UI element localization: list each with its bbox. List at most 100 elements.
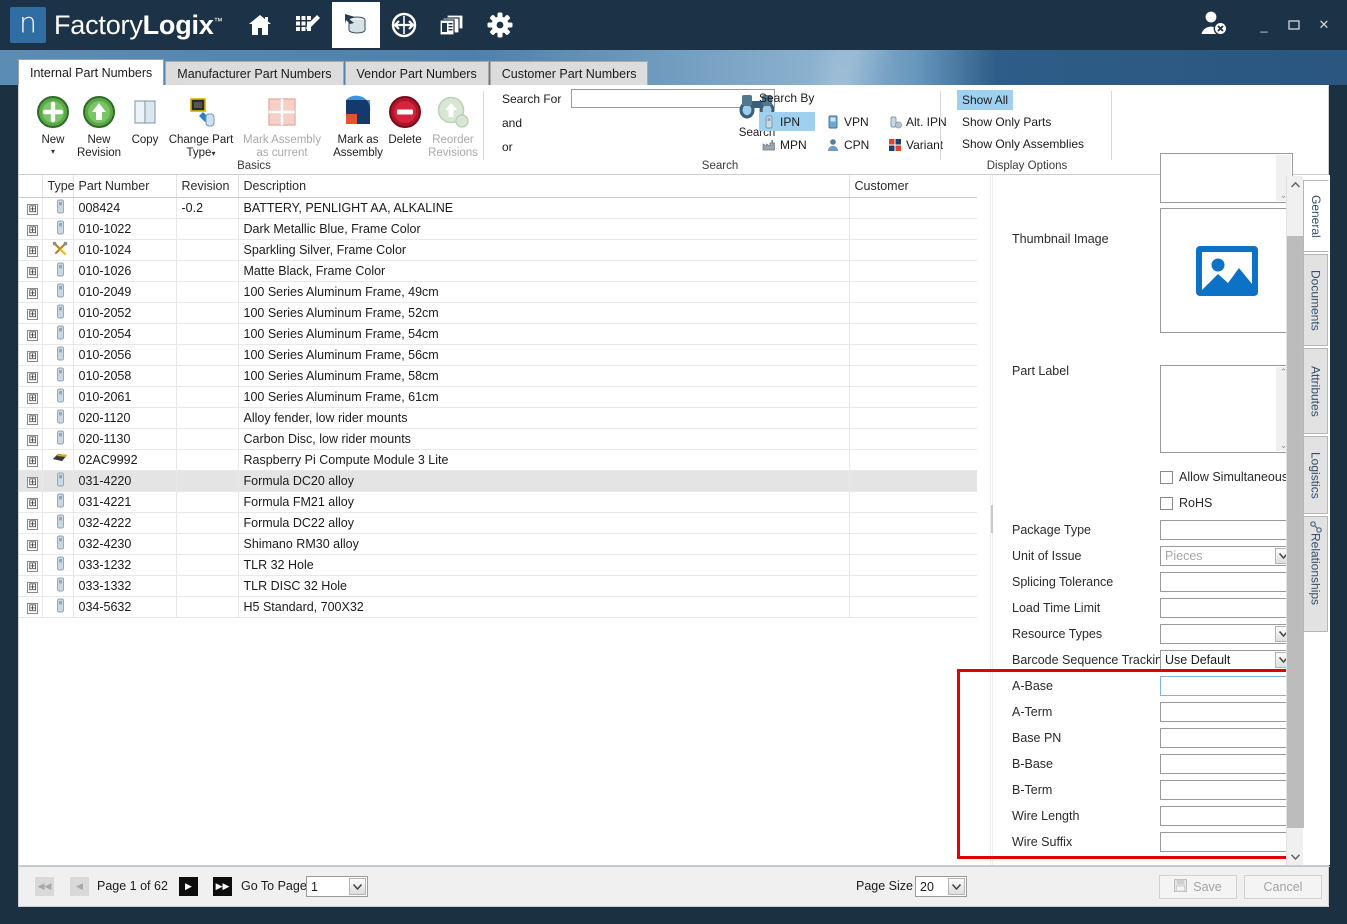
expand-row-icon[interactable]: ⊞ xyxy=(27,540,38,551)
part-numbers-grid[interactable]: Type Part Number Revision Description Cu… xyxy=(19,175,977,865)
table-row[interactable]: ⊞033-1232TLR 32 Hole xyxy=(19,554,977,575)
unit-of-issue-select[interactable]: Pieces xyxy=(1160,546,1293,566)
expand-row-icon[interactable]: ⊞ xyxy=(27,288,38,299)
expand-row-icon[interactable]: ⊞ xyxy=(27,330,38,341)
table-row[interactable]: ⊞02AC9992Raspberry Pi Compute Module 3 L… xyxy=(19,449,977,470)
next-page-button[interactable]: ▶ xyxy=(179,877,198,896)
row-expander-cell[interactable]: ⊞ xyxy=(19,281,42,302)
first-page-button[interactable]: ◀◀ xyxy=(35,877,54,896)
table-row[interactable]: ⊞010-2061100 Series Aluminum Frame, 61cm xyxy=(19,386,977,407)
expand-row-icon[interactable]: ⊞ xyxy=(27,519,38,530)
side-tab-documents[interactable]: Documents xyxy=(1303,254,1328,346)
display-option-show-only-parts[interactable]: Show Only Parts xyxy=(957,112,1056,132)
expand-row-icon[interactable]: ⊞ xyxy=(27,603,38,614)
table-row[interactable]: ⊞031-4220Formula DC20 alloy xyxy=(19,470,977,491)
search-by-vpn[interactable]: VPN xyxy=(823,112,879,131)
table-row[interactable]: ⊞010-2052100 Series Aluminum Frame, 52cm xyxy=(19,302,977,323)
save-button[interactable]: Save xyxy=(1159,875,1237,899)
panel-scroll-down-arrow-icon[interactable] xyxy=(1287,848,1304,865)
nav-reports-button[interactable] xyxy=(428,2,476,48)
table-row[interactable]: ⊞010-2056100 Series Aluminum Frame, 56cm xyxy=(19,344,977,365)
row-expander-cell[interactable]: ⊞ xyxy=(19,596,42,617)
barcode-sequence-tracking-select[interactable]: Use Default xyxy=(1160,650,1293,670)
row-expander-cell[interactable]: ⊞ xyxy=(19,323,42,344)
expand-row-icon[interactable]: ⊞ xyxy=(27,582,38,593)
table-row[interactable]: ⊞032-4222Formula DC22 alloy xyxy=(19,512,977,533)
row-expander-cell[interactable]: ⊞ xyxy=(19,239,42,260)
column-header-customer[interactable]: Customer xyxy=(849,175,977,197)
expand-row-icon[interactable]: ⊞ xyxy=(27,414,38,425)
rohs-checkbox-row[interactable]: RoHS xyxy=(1160,496,1212,510)
page-size-select[interactable]: 20 xyxy=(915,876,967,897)
side-tab-relationships[interactable]: Relationships xyxy=(1303,516,1328,632)
column-header-description[interactable]: Description xyxy=(238,175,849,197)
column-header-type[interactable]: Type xyxy=(42,175,73,197)
table-row[interactable]: ⊞008424-0.2BATTERY, PENLIGHT AA, ALKALIN… xyxy=(19,197,977,218)
expand-row-icon[interactable]: ⊞ xyxy=(27,309,38,320)
expand-row-icon[interactable]: ⊞ xyxy=(27,477,38,488)
row-expander-cell[interactable]: ⊞ xyxy=(19,449,42,470)
expand-row-icon[interactable]: ⊞ xyxy=(27,456,38,467)
table-row[interactable]: ⊞010-1024Sparkling Silver, Frame Color xyxy=(19,239,977,260)
table-row[interactable]: ⊞031-4221Formula FM21 alloy xyxy=(19,491,977,512)
table-row[interactable]: ⊞032-4230Shimano RM30 alloy xyxy=(19,533,977,554)
expand-row-icon[interactable]: ⊞ xyxy=(27,561,38,572)
expand-row-icon[interactable]: ⊞ xyxy=(27,351,38,362)
prev-page-button[interactable]: ◀ xyxy=(70,877,89,896)
mark-assembly-as-current-button[interactable]: Mark Assembly as current xyxy=(237,90,327,159)
part-label-textarea[interactable]: ⌃ ⌄ xyxy=(1160,365,1293,453)
close-button[interactable]: ✕ xyxy=(1311,12,1337,38)
display-option-show-only-assemblies[interactable]: Show Only Assemblies xyxy=(957,134,1089,154)
table-row[interactable]: ⊞010-1022Dark Metallic Blue, Frame Color xyxy=(19,218,977,239)
table-row[interactable]: ⊞020-1120Alloy fender, low rider mounts xyxy=(19,407,977,428)
tab-customer-part-numbers[interactable]: Customer Part Numbers xyxy=(490,61,649,85)
table-row[interactable]: ⊞010-2058100 Series Aluminum Frame, 58cm xyxy=(19,365,977,386)
b-term-input[interactable] xyxy=(1160,780,1293,800)
row-expander-cell[interactable]: ⊞ xyxy=(19,365,42,386)
splicing-tolerance-input[interactable] xyxy=(1160,572,1293,592)
row-expander-cell[interactable]: ⊞ xyxy=(19,197,42,218)
wire-suffix-input[interactable] xyxy=(1160,832,1293,852)
nav-home-button[interactable] xyxy=(236,2,284,48)
display-option-show-all[interactable]: Show All xyxy=(957,90,1013,110)
table-row[interactable]: ⊞020-1130Carbon Disc, low rider mounts xyxy=(19,428,977,449)
row-expander-cell[interactable]: ⊞ xyxy=(19,512,42,533)
side-tab-general[interactable]: General xyxy=(1303,180,1329,252)
change-part-type-caret-icon[interactable]: ▾ xyxy=(211,149,215,158)
maximize-button[interactable] xyxy=(1281,12,1307,38)
expand-row-icon[interactable]: ⊞ xyxy=(27,498,38,509)
description-textarea[interactable]: ⌄ xyxy=(1160,153,1293,203)
search-by-ipn[interactable]: IPN xyxy=(759,112,815,131)
allow-simultaneous-checkbox-row[interactable]: Allow Simultaneous Lc xyxy=(1160,470,1305,484)
user-logout-icon[interactable] xyxy=(1199,9,1229,42)
panel-scroll-up-arrow-icon[interactable] xyxy=(1287,176,1304,193)
page-size-chevron-down-icon[interactable] xyxy=(948,878,965,895)
table-row[interactable]: ⊞010-2049100 Series Aluminum Frame, 49cm xyxy=(19,281,977,302)
expand-row-icon[interactable]: ⊞ xyxy=(27,267,38,278)
row-expander-cell[interactable]: ⊞ xyxy=(19,386,42,407)
side-tab-attributes[interactable]: Attributes xyxy=(1303,348,1328,434)
table-row[interactable]: ⊞010-1026Matte Black, Frame Color xyxy=(19,260,977,281)
row-expander-cell[interactable]: ⊞ xyxy=(19,533,42,554)
expand-row-icon[interactable]: ⊞ xyxy=(27,372,38,383)
thumbnail-image-box[interactable] xyxy=(1160,208,1293,333)
search-by-cpn[interactable]: CPN xyxy=(823,135,879,154)
row-expander-cell[interactable]: ⊞ xyxy=(19,428,42,449)
row-expander-cell[interactable]: ⊞ xyxy=(19,407,42,428)
go-to-page-select[interactable]: 1 xyxy=(306,876,368,897)
row-expander-cell[interactable]: ⊞ xyxy=(19,470,42,491)
nav-schedule-button[interactable] xyxy=(284,2,332,48)
b-base-input[interactable] xyxy=(1160,754,1293,774)
row-expander-cell[interactable]: ⊞ xyxy=(19,260,42,281)
column-header-part-number[interactable]: Part Number xyxy=(73,175,176,197)
panel-scroll-thumb[interactable] xyxy=(1287,236,1304,828)
search-by-mpn[interactable]: MPN xyxy=(759,135,815,154)
rohs-checkbox[interactable] xyxy=(1160,497,1173,510)
allow-simultaneous-checkbox[interactable] xyxy=(1160,471,1173,484)
tab-vendor-part-numbers[interactable]: Vendor Part Numbers xyxy=(345,61,489,85)
a-term-input[interactable] xyxy=(1160,702,1293,722)
row-expander-cell[interactable]: ⊞ xyxy=(19,554,42,575)
resource-types-select[interactable] xyxy=(1160,624,1293,644)
row-expander-cell[interactable]: ⊞ xyxy=(19,575,42,596)
expand-row-icon[interactable]: ⊞ xyxy=(27,435,38,446)
